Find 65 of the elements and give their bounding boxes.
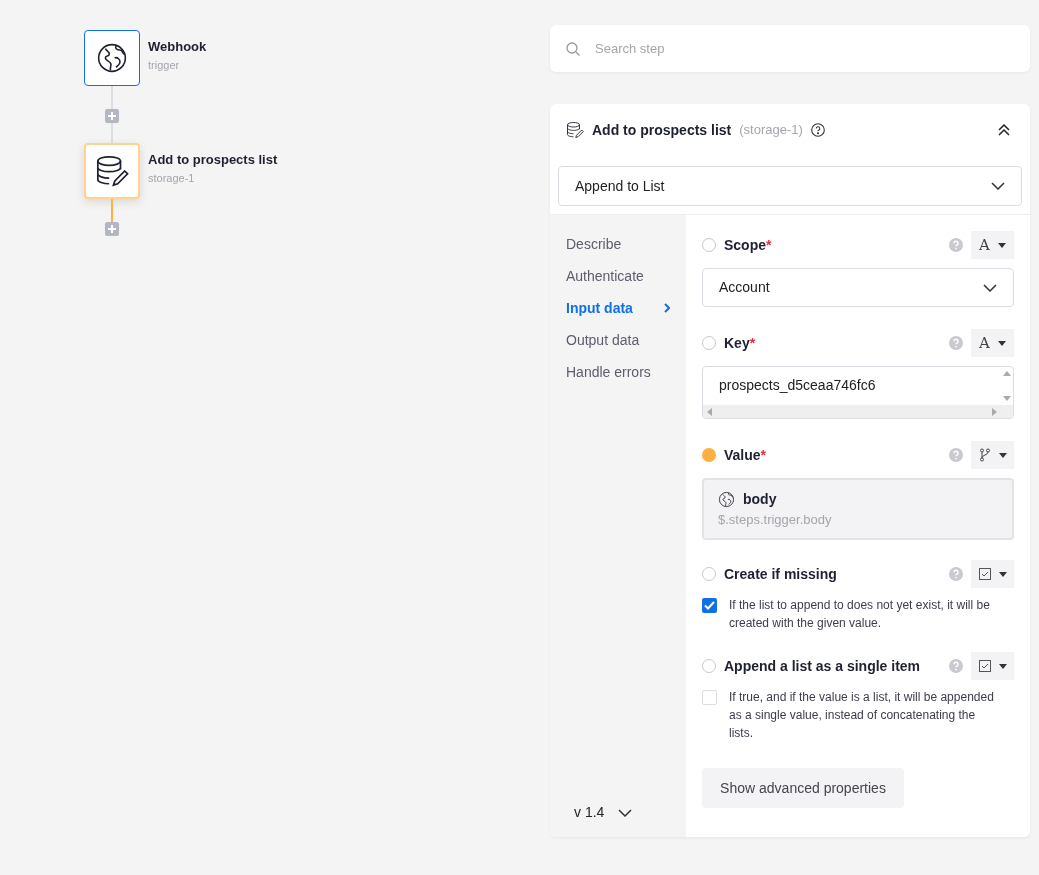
node-subtitle: storage-1	[148, 170, 196, 186]
field-label: Append a list as a single item	[724, 656, 922, 676]
type-dropdown[interactable]: A	[971, 231, 1014, 259]
reference-name: body	[743, 489, 777, 509]
step-title: Add to prospects list	[592, 120, 732, 140]
caret-icon	[997, 340, 1006, 346]
search-icon	[566, 42, 580, 56]
search-field[interactable]: Search step	[550, 25, 1030, 72]
type-label: A	[979, 332, 990, 354]
nav-item[interactable]: Input data	[566, 292, 686, 324]
chevron-down-icon	[618, 808, 633, 817]
node-subtitle: trigger	[148, 57, 181, 73]
chevron-down-icon	[991, 182, 1005, 190]
nav-item[interactable]: Handle errors	[566, 356, 686, 388]
globe-icon	[718, 490, 735, 508]
key-field[interactable]: prospects_d5ceaa746fc6	[702, 366, 1014, 419]
caret-icon	[998, 452, 1007, 458]
scroll-right-icon[interactable]	[992, 407, 997, 416]
nav-item[interactable]: Output data	[566, 324, 686, 356]
step-node[interactable]	[84, 30, 140, 86]
add-step-icon[interactable]	[105, 109, 119, 123]
scroll-left-icon[interactable]	[707, 407, 712, 416]
branch-icon	[978, 448, 991, 462]
type-dropdown[interactable]	[971, 652, 1014, 680]
field-label: Value*	[724, 445, 768, 465]
checkbox[interactable]	[702, 598, 717, 613]
field-label: Create if missing	[724, 564, 838, 584]
node-title: Add to prospects list	[148, 151, 278, 169]
nav-item[interactable]: Describe	[566, 228, 686, 260]
reference-path: $.steps.trigger.body	[718, 510, 833, 529]
required-mark: *	[766, 236, 772, 253]
field-label: Key*	[724, 333, 757, 353]
check-icon	[704, 601, 715, 610]
caret-icon	[998, 663, 1007, 669]
scroll-up-icon[interactable]	[1003, 371, 1011, 376]
caret-icon	[998, 571, 1007, 577]
action-select[interactable]: Append to List	[558, 166, 1022, 206]
help-icon[interactable]	[810, 123, 825, 137]
type-dropdown[interactable]	[971, 560, 1014, 588]
field-label: Scope*	[724, 235, 773, 255]
database-edit-icon	[95, 154, 129, 188]
checkbox-type-icon	[978, 660, 991, 672]
add-step-icon[interactable]	[105, 222, 119, 236]
chevron-down-icon	[983, 283, 997, 292]
scroll-down-icon[interactable]	[1003, 396, 1011, 401]
chevron-right-icon	[664, 303, 670, 313]
required-mark: *	[760, 446, 767, 463]
scope-select[interactable]: Account	[702, 268, 1014, 307]
nav-item[interactable]: Authenticate	[566, 260, 686, 292]
reference-chip[interactable]: body $.steps.trigger.body	[702, 478, 1014, 540]
version-select[interactable]: v 1.4	[566, 802, 633, 823]
type-label: A	[979, 234, 990, 256]
node-title: Webhook	[148, 38, 207, 56]
globe-icon	[96, 42, 128, 74]
field-description: If true, and if the value is a list, it will be appended as a single value, instead of concatenating the lists.	[729, 689, 995, 742]
checkbox-type-icon	[978, 568, 991, 580]
caret-icon	[997, 242, 1006, 248]
step-id: (storage-1)	[739, 121, 803, 140]
checkbox[interactable]	[702, 690, 717, 705]
type-dropdown[interactable]	[971, 441, 1014, 469]
database-edit-icon	[566, 121, 584, 139]
field-description: If the list to append to does not yet exist, it will be created with the given value.	[729, 597, 991, 632]
show-advanced-button[interactable]: Show advanced properties	[702, 768, 904, 808]
required-mark: *	[749, 334, 756, 351]
type-dropdown[interactable]: A	[971, 329, 1014, 357]
